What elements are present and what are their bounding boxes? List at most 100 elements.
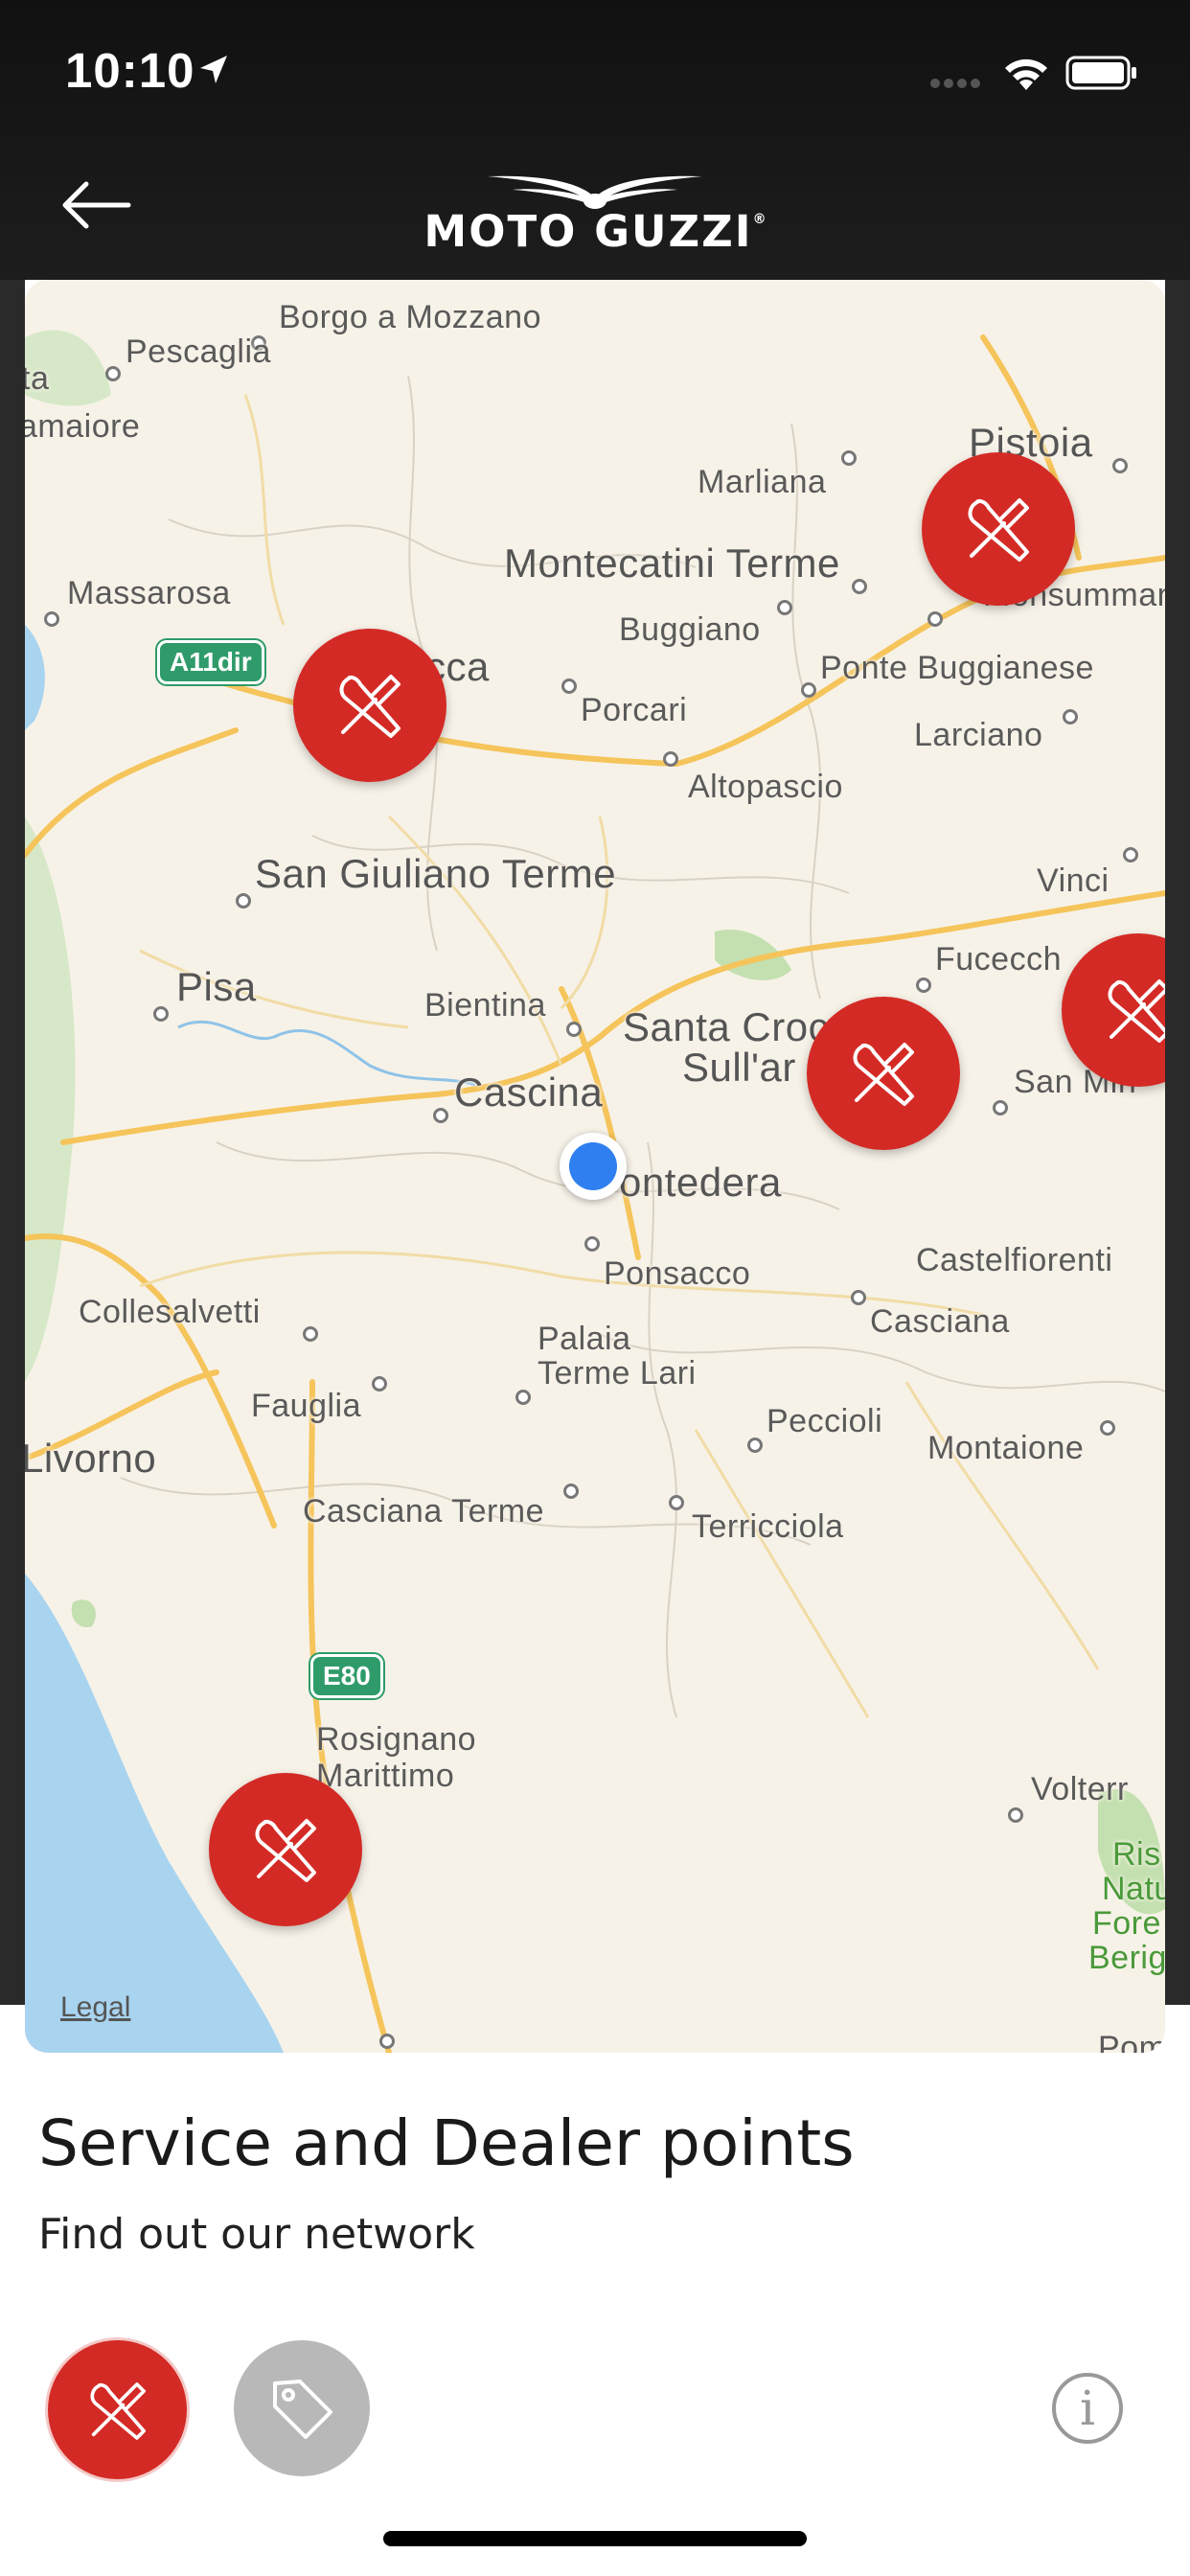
- left-frame: [0, 280, 25, 2005]
- map-place-label: Rosignano: [316, 1721, 477, 1758]
- home-indicator[interactable]: [383, 2531, 807, 2546]
- tools-icon: [255, 1819, 316, 1882]
- map-place-label: Casciana Terme: [303, 1493, 545, 1530]
- map-place-dot: [1100, 1420, 1115, 1436]
- map-place-dot: [841, 450, 857, 466]
- map-place-label: Larciano: [914, 717, 1043, 753]
- map-view[interactable]: Borgo a Mozzano Pescaglia ta amaiore Pis…: [25, 280, 1165, 2053]
- service-point-pin[interactable]: [293, 629, 446, 782]
- service-point-pin[interactable]: [209, 1773, 362, 1926]
- map-place-dot: [515, 1390, 531, 1405]
- map-place-dot: [566, 1022, 582, 1037]
- map-place-label: ta: [25, 360, 50, 397]
- map-place-label: Vinci: [1037, 862, 1110, 899]
- map-place-dot: [927, 611, 943, 627]
- page-subtitle: Find out our network: [38, 2210, 475, 2259]
- map-place-dot: [1123, 847, 1138, 862]
- right-frame: [1165, 280, 1190, 2005]
- map-place-label: Marittimo: [316, 1758, 455, 1794]
- map-place-label: Santa Croc: [623, 1004, 830, 1049]
- map-place-label: Buggiano: [619, 611, 761, 648]
- map-place-label: Cascina: [454, 1070, 604, 1115]
- info-icon: i: [1080, 2380, 1095, 2436]
- map-place-dot: [916, 978, 931, 993]
- road-shield-a11dir: A11dir: [157, 640, 264, 684]
- map-place-dot: [372, 1376, 387, 1392]
- map-place-label: Pomar: [1098, 2030, 1165, 2053]
- map-place-dot: [105, 366, 121, 381]
- map-place-dot: [153, 1006, 169, 1022]
- map-place-label: Terricciola: [692, 1508, 844, 1545]
- map-place-label: Pescaglia: [126, 334, 271, 370]
- map-place-dot: [851, 1290, 866, 1305]
- map-place-label: Casciana: [870, 1303, 1010, 1340]
- user-location-dot: [560, 1133, 627, 1200]
- map-place-label: Pisa: [176, 964, 257, 1009]
- map-place-label: ontedera: [619, 1160, 782, 1205]
- tools-icon: [90, 2381, 146, 2440]
- map-place-label: Marliana: [698, 464, 827, 500]
- brand-registered-mark: ®: [752, 212, 767, 227]
- tools-icon: [968, 498, 1029, 562]
- map-place-label: Porcari: [581, 692, 688, 728]
- map-place-label: Fauglia: [251, 1388, 362, 1424]
- map-place-label: Natu: [1102, 1871, 1165, 1907]
- map-place-dot: [852, 579, 867, 594]
- tag-icon: [273, 2380, 332, 2439]
- brand-name: MOTO GUZZI: [423, 206, 753, 257]
- map-place-label: Collesalvetti: [79, 1294, 261, 1330]
- map-place-label: Fucecch: [935, 941, 1062, 978]
- map-place-label: Sull'ar: [682, 1045, 796, 1090]
- map-place-dot: [584, 1236, 600, 1252]
- map-place-label: Massarosa: [67, 575, 231, 611]
- map-place-label: Montaione: [927, 1430, 1085, 1466]
- map-place-dot: [669, 1495, 684, 1510]
- battery-icon: [1065, 56, 1136, 90]
- map-place-label: Palaia: [538, 1321, 631, 1357]
- location-arrow-icon: [200, 56, 227, 83]
- page-title: Service and Dealer points: [38, 2106, 855, 2180]
- moto-guzzi-logo-text: MOTO GUZZI®: [0, 206, 1190, 257]
- map-place-label: Altopascio: [688, 769, 843, 805]
- map-place-label: Borgo a Mozzano: [279, 299, 541, 335]
- tools-icon: [853, 1043, 914, 1106]
- info-button[interactable]: i: [1052, 2373, 1123, 2444]
- map-place-dot: [993, 1100, 1008, 1116]
- map-place-label: San Giuliano Terme: [255, 851, 617, 896]
- service-point-pin[interactable]: [922, 452, 1075, 606]
- map-place-dot: [747, 1438, 763, 1453]
- map-place-label: Bientina: [424, 987, 546, 1024]
- map-place-label: Terme Lari: [538, 1355, 697, 1392]
- map-place-dot: [1112, 458, 1128, 473]
- wifi-icon: [1005, 58, 1047, 90]
- screen: 10:10 MOTO GUZZI® Borgo a Mozzano Pescag…: [0, 0, 1190, 2576]
- dealer-filter-button[interactable]: [234, 2340, 370, 2476]
- map-place-label: Ponsacco: [604, 1255, 751, 1292]
- tools-icon: [1108, 979, 1165, 1043]
- map-legal-link[interactable]: Legal: [60, 1991, 130, 2024]
- map-place-dot: [563, 1484, 579, 1499]
- map-place-label: Ponte Buggianese: [820, 650, 1094, 686]
- tools-icon: [339, 675, 400, 738]
- map-place-label: amaiore: [25, 408, 141, 445]
- road-shield-e80: E80: [310, 1654, 383, 1698]
- map-place-label: Peccioli: [767, 1403, 883, 1439]
- map-place-dot: [561, 678, 577, 694]
- service-filter-button[interactable]: [48, 2340, 187, 2479]
- map-place-dot: [303, 1326, 318, 1342]
- map-place-label: Berig: [1088, 1940, 1165, 1976]
- map-place-dot: [1008, 1807, 1023, 1823]
- map-place-dot: [236, 893, 251, 908]
- map-place-dot: [1063, 709, 1078, 724]
- status-time: 10:10: [65, 43, 195, 98]
- map-place-dot: [777, 600, 792, 615]
- map-place-label: Castelfiorenti: [916, 1242, 1113, 1278]
- service-point-pin[interactable]: [807, 997, 960, 1150]
- map-place-dot: [44, 611, 59, 627]
- map-place-label: Ris: [1112, 1836, 1161, 1873]
- map-place-label: Volterr: [1031, 1771, 1129, 1807]
- map-place-dot: [379, 2034, 395, 2049]
- map-place-label: Montecatini Terme: [504, 540, 840, 586]
- map-place-label: Livorno: [25, 1436, 157, 1481]
- moto-guzzi-eagle-logo: [488, 175, 702, 209]
